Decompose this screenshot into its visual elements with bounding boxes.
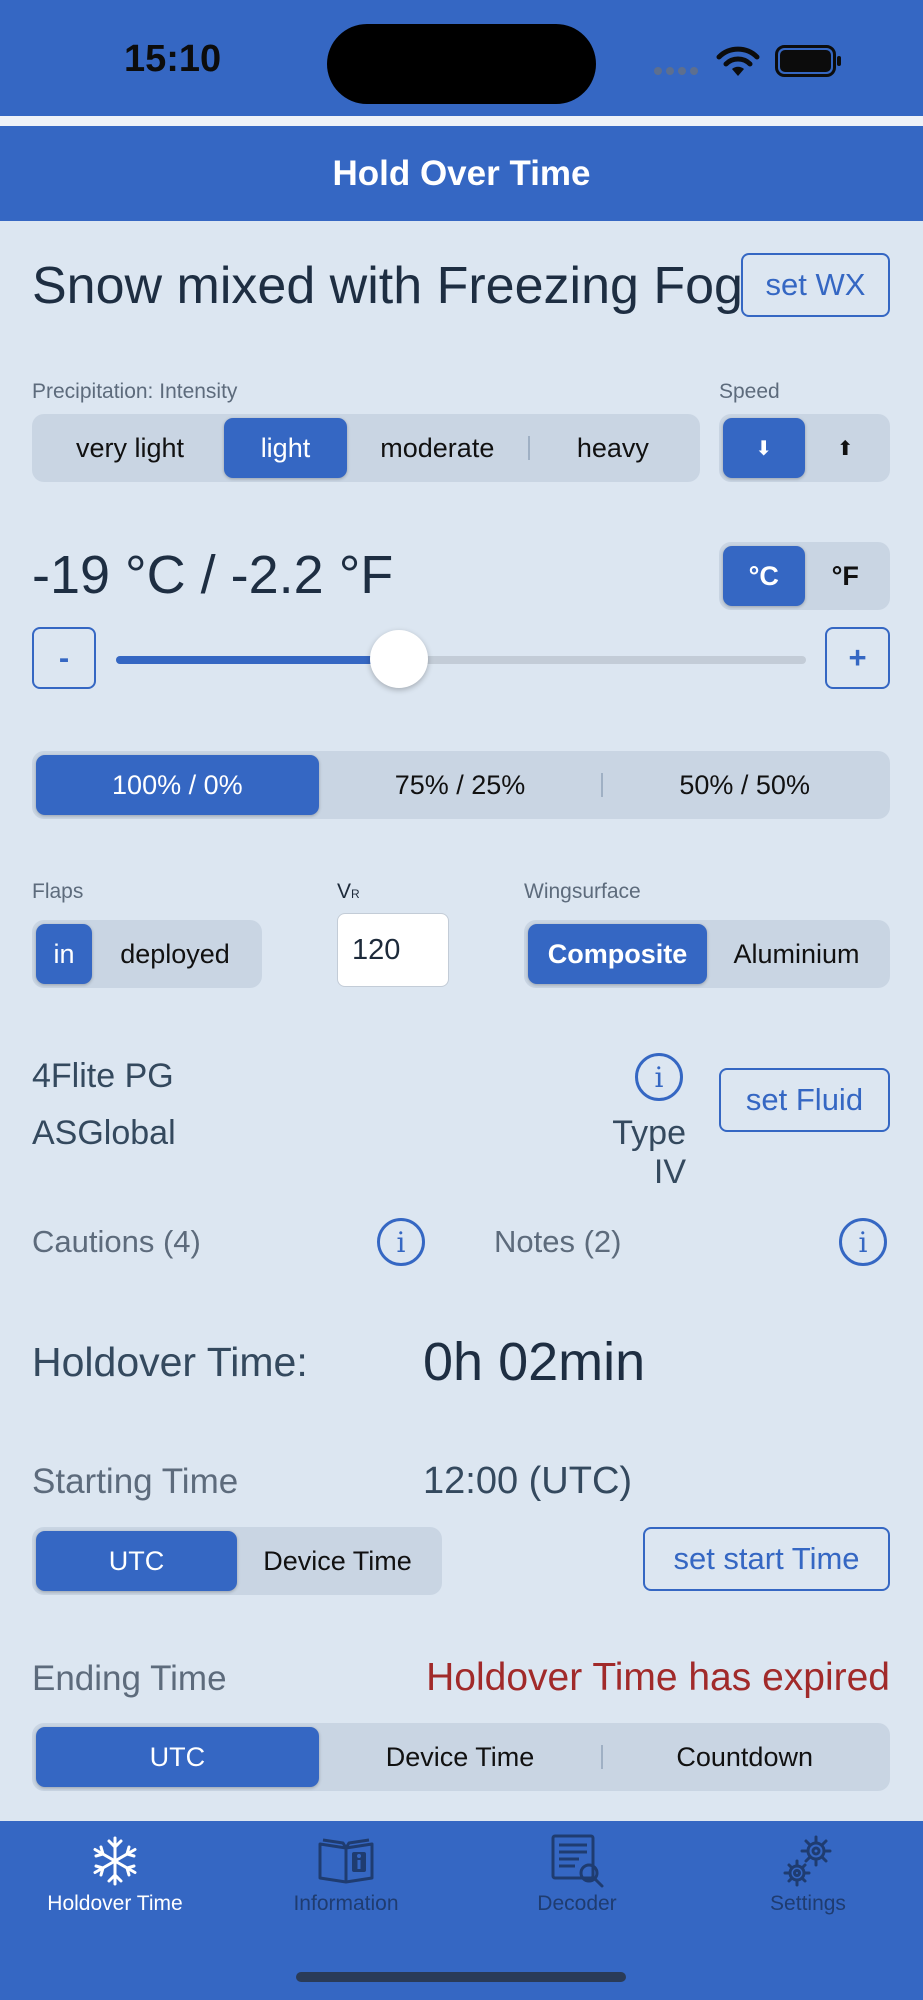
nav-title: Hold Over Time: [0, 126, 923, 221]
concentration-100-0[interactable]: 100% / 0%: [36, 755, 319, 815]
tab-label: Decoder: [537, 1892, 617, 1915]
tab-holdover-time[interactable]: Holdover Time: [0, 1830, 230, 1916]
wifi-icon: [716, 46, 760, 76]
ending-utc[interactable]: UTC: [36, 1727, 319, 1787]
temperature-decrease-button[interactable]: -: [32, 627, 96, 689]
notes-label: Notes (2): [494, 1224, 622, 1259]
temperature-display: -19 °C / -2.2 °F: [32, 545, 394, 605]
wingsurface-composite[interactable]: Composite: [528, 924, 707, 984]
vr-input[interactable]: 120: [337, 913, 449, 987]
tab-decoder[interactable]: Decoder: [462, 1830, 692, 1916]
unit-fahrenheit[interactable]: °F: [805, 546, 887, 606]
starting-utc[interactable]: UTC: [36, 1531, 237, 1591]
holdover-time-value: 0h 02min: [423, 1332, 646, 1392]
divider: [0, 116, 923, 126]
tab-information[interactable]: Information: [231, 1830, 461, 1916]
ending-time-status: Holdover Time has expired: [426, 1656, 890, 1699]
precipitation-intensity-control: very light light moderate heavy: [32, 414, 700, 482]
vr-label-sub: R: [351, 887, 360, 901]
fluid-type: Type IV: [612, 1114, 686, 1191]
weather-condition: Snow mixed with Freezing Fog: [32, 257, 743, 315]
tab-label: Information: [293, 1892, 399, 1915]
ending-time-label: Ending Time: [32, 1659, 227, 1698]
tab-label: Settings: [770, 1892, 846, 1915]
wingsurface-aluminium[interactable]: Aluminium: [707, 924, 886, 984]
temperature-unit-control: °C °F: [719, 542, 890, 610]
set-start-time-button[interactable]: set start Time: [643, 1527, 890, 1591]
intensity-light[interactable]: light: [224, 418, 347, 478]
tab-settings[interactable]: Settings: [693, 1830, 923, 1916]
status-time: 15:10: [124, 38, 222, 80]
unit-celsius[interactable]: °C: [723, 546, 805, 606]
concentration-75-25[interactable]: 75% / 25%: [319, 755, 602, 815]
speed-control: ⬇ ⬆: [719, 414, 890, 482]
ending-device-time[interactable]: Device Time: [319, 1727, 602, 1787]
starting-device-time[interactable]: Device Time: [237, 1531, 438, 1591]
starting-time-label: Starting Time: [32, 1462, 239, 1501]
fluid-info-icon[interactable]: i: [635, 1053, 683, 1101]
ending-time-mode-control: UTC Device Time Countdown: [32, 1723, 890, 1791]
flaps-label: Flaps: [32, 880, 84, 903]
temperature-slider-fill: [116, 656, 399, 664]
book-info-icon: [318, 1838, 374, 1884]
vr-label-main: V: [337, 880, 352, 903]
cautions-label: Cautions (4): [32, 1224, 201, 1259]
set-wx-button[interactable]: set WX: [741, 253, 890, 317]
speed-up-arrow-icon[interactable]: ⬆: [805, 418, 887, 478]
speed-label: Speed: [719, 380, 780, 403]
set-fluid-button[interactable]: set Fluid: [719, 1068, 890, 1132]
concentration-50-50[interactable]: 50% / 50%: [603, 755, 886, 815]
battery-icon: [775, 45, 841, 77]
gears-icon: [783, 1835, 832, 1887]
intensity-moderate[interactable]: moderate: [347, 418, 528, 478]
starting-time-zone-control: UTC Device Time: [32, 1527, 442, 1595]
wingsurface-label: Wingsurface: [524, 880, 641, 903]
notes-info-icon[interactable]: i: [839, 1218, 887, 1266]
flaps-in[interactable]: in: [36, 924, 92, 984]
cellular-dots-icon: [654, 67, 698, 75]
holdover-time-label: Holdover Time:: [32, 1339, 308, 1385]
fluid-concentration-control: 100% / 0% 75% / 25% 50% / 50%: [32, 751, 890, 819]
temperature-increase-button[interactable]: +: [825, 627, 890, 689]
temperature-slider-thumb[interactable]: [369, 630, 428, 688]
speed-down-arrow-icon[interactable]: ⬇: [723, 418, 805, 478]
dynamic-island: [327, 24, 596, 104]
flaps-deployed[interactable]: deployed: [92, 924, 258, 984]
flaps-control: in deployed: [32, 920, 262, 988]
vr-label: VR: [337, 880, 360, 904]
snowflake-icon: [93, 1836, 137, 1886]
wingsurface-control: Composite Aluminium: [524, 920, 890, 988]
document-search-icon: [551, 1834, 604, 1888]
ending-countdown[interactable]: Countdown: [603, 1727, 886, 1787]
fluid-manufacturer: ASGlobal: [32, 1114, 176, 1152]
precipitation-label: Precipitation: Intensity: [32, 380, 238, 403]
intensity-very-light[interactable]: very light: [36, 418, 224, 478]
home-indicator: [296, 1972, 626, 1982]
intensity-heavy[interactable]: heavy: [530, 418, 696, 478]
tab-label: Holdover Time: [47, 1892, 183, 1915]
fluid-name: 4Flite PG: [32, 1057, 174, 1095]
cautions-info-icon[interactable]: i: [377, 1218, 425, 1266]
starting-time-value: 12:00 (UTC): [423, 1460, 633, 1502]
